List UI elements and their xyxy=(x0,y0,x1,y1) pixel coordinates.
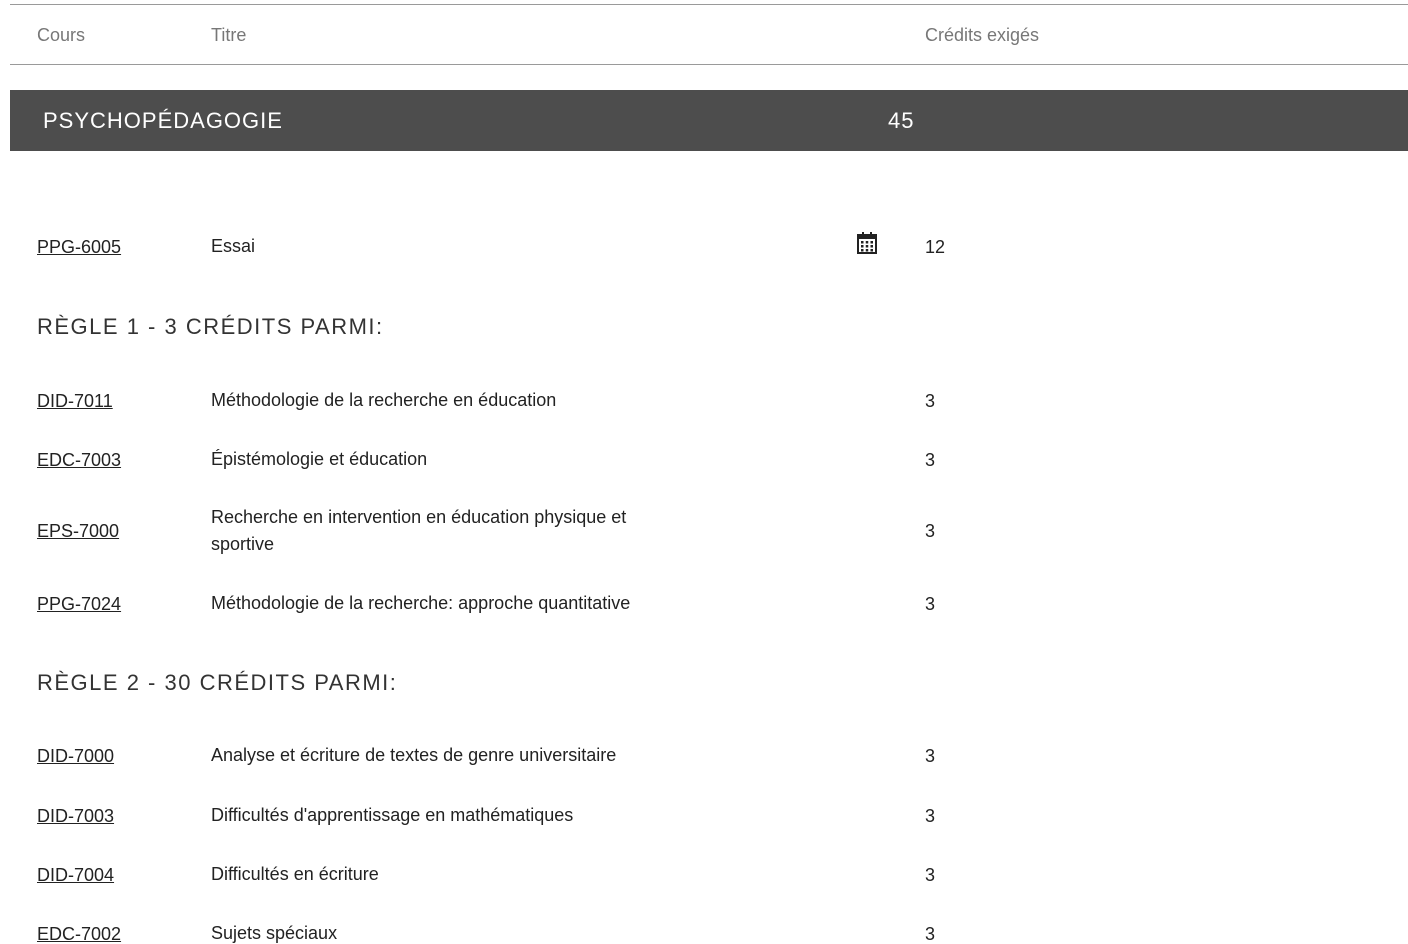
course-credits: 3 xyxy=(925,746,936,766)
course-title: Difficultés en écriture xyxy=(211,864,379,884)
course-credits: 3 xyxy=(925,521,936,541)
course-code-link[interactable]: EDC-7002 xyxy=(37,924,121,944)
course-code-link[interactable]: DID-7003 xyxy=(37,806,114,827)
course-credits: 3 xyxy=(925,806,936,826)
section-bar: PSYCHOPÉDAGOGIE 45 xyxy=(10,90,1408,151)
course-code-link[interactable]: DID-7004 xyxy=(37,865,114,886)
course-title: Méthodologie de la recherche en éducatio… xyxy=(211,390,557,410)
course-code-link[interactable]: PPG-6005 xyxy=(37,237,121,258)
course-title: Épistémologie et éducation xyxy=(211,449,428,469)
course-credits: 3 xyxy=(925,391,936,411)
section-title: PSYCHOPÉDAGOGIE xyxy=(43,108,283,133)
section-credits: 45 xyxy=(888,108,915,133)
course-code-link[interactable]: PPG-7024 xyxy=(37,594,121,615)
course-title: Analyse et écriture de textes de genre u… xyxy=(211,745,617,765)
course-credits: 3 xyxy=(925,865,936,885)
course-title: Difficultés d'apprentissage en mathémati… xyxy=(211,805,574,825)
course-title: Méthodologie de la recherche: approche q… xyxy=(211,593,631,613)
course-credits: 3 xyxy=(925,924,936,944)
course-title: Recherche en intervention en éducation p… xyxy=(211,507,627,554)
course-credits: 3 xyxy=(925,594,936,614)
course-list-page: Cours Titre Crédits exigés PSYCHOPÉDAGOG… xyxy=(0,0,1408,944)
course-title: Essai xyxy=(211,236,256,256)
course-title: Sujets spéciaux xyxy=(211,923,338,943)
course-code-link[interactable]: EPS-7000 xyxy=(37,521,119,542)
rule-heading-1: RÈGLE 1 - 3 CRÉDITS PARMI: xyxy=(37,314,384,339)
table-header: Cours Titre Crédits exigés xyxy=(10,4,1408,65)
column-header-credits: Crédits exigés xyxy=(925,25,1040,45)
course-code-link[interactable]: DID-7011 xyxy=(37,391,113,412)
course-credits: 12 xyxy=(925,237,946,257)
course-code-link[interactable]: DID-7000 xyxy=(37,746,114,767)
calendar-icon[interactable] xyxy=(856,232,878,254)
course-code-link[interactable]: EDC-7003 xyxy=(37,450,121,471)
column-header-titre: Titre xyxy=(211,25,247,45)
column-header-cours: Cours xyxy=(37,25,86,45)
rule-heading-2: RÈGLE 2 - 30 CRÉDITS PARMI: xyxy=(37,670,398,695)
course-credits: 3 xyxy=(925,450,936,470)
